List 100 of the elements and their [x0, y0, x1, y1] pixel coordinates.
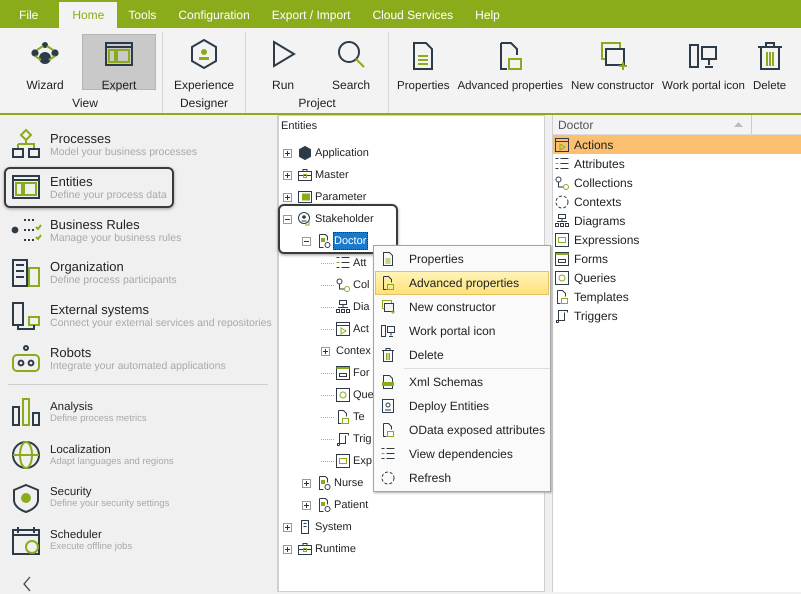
sidebar-item[interactable]: Organization Define process participants — [4, 251, 180, 294]
column-header[interactable]: Doctor — [553, 115, 752, 134]
tree-item[interactable]: Te — [352, 408, 367, 426]
tree-item[interactable]: Nurse — [333, 474, 366, 492]
sidebar-item[interactable]: Entities Define your process data — [4, 166, 174, 208]
menu-item[interactable]: View dependencies — [375, 442, 549, 466]
item-title: Business Rules — [50, 216, 141, 232]
tree-item[interactable]: Doctor — [333, 232, 368, 250]
tree-item[interactable]: Exp — [352, 452, 374, 470]
tree-item[interactable]: Trig — [352, 430, 374, 448]
window-plus-icon — [380, 299, 396, 315]
ribbon-button[interactable]: Run — [252, 34, 314, 90]
group-label: Project — [298, 96, 336, 112]
user-icon — [297, 211, 313, 227]
ribbon-button[interactable]: Properties — [393, 34, 454, 90]
list-item[interactable]: Collections — [553, 173, 801, 192]
tree-item[interactable]: Stakeholder — [314, 210, 376, 228]
document-icon — [380, 251, 396, 267]
sidebar-item[interactable]: External systems Connect your external services and repositories — [4, 294, 275, 338]
briefcase-icon — [297, 167, 313, 183]
form-icon — [554, 250, 570, 266]
menu-item[interactable]: Properties — [375, 247, 549, 271]
tree-item[interactable]: Application — [314, 144, 371, 162]
link-icon — [554, 174, 570, 190]
item-subtitle: Define process metrics — [50, 412, 147, 424]
tree-item[interactable]: Dia — [352, 298, 372, 316]
ribbon-button[interactable]: Wizard — [14, 34, 76, 90]
sidebar-item[interactable]: Scheduler Execute offline jobs — [4, 519, 174, 562]
list-item[interactable]: Actions — [553, 135, 801, 154]
sidebar-item[interactable]: Robots Integrate your automated applications — [4, 337, 229, 380]
tree-item[interactable]: Contex — [335, 342, 373, 360]
ribbon-button[interactable]: Delete — [748, 34, 790, 90]
item-title: Analysis — [50, 400, 94, 413]
globe-icon — [10, 439, 42, 471]
item-subtitle: Define process participants — [50, 274, 177, 286]
item-title: Localization — [50, 444, 112, 456]
tree-item[interactable]: For — [352, 364, 372, 382]
menu-item[interactable]: Work portal icon — [375, 319, 549, 343]
refresh-icon — [380, 470, 396, 486]
tree-item[interactable]: Col — [352, 276, 372, 294]
menu-item[interactable]: Deploy Entities — [375, 394, 549, 418]
item-subtitle: Manage your business rules — [50, 232, 182, 244]
item-subtitle: Define your process data — [50, 188, 167, 201]
menu-item[interactable]: OData exposed attributes — [375, 418, 549, 442]
list-item[interactable]: Templates — [553, 287, 801, 306]
tree-item[interactable]: Master — [314, 166, 351, 184]
document-icon — [380, 374, 396, 390]
ribbon-button[interactable]: Experience — [169, 34, 240, 90]
menu-item[interactable]: Advanced properties — [375, 271, 549, 295]
list-icon — [554, 156, 570, 172]
sort-icon — [734, 122, 743, 127]
item-title: Processes — [50, 130, 112, 146]
tree-item[interactable]: Parameter — [314, 188, 368, 206]
document-user-icon — [380, 398, 396, 414]
list-item[interactable]: Attributes — [553, 154, 801, 173]
menu-item[interactable]: Delete — [375, 343, 549, 367]
tree-item[interactable]: Att — [352, 254, 368, 272]
tree-item[interactable]: System — [314, 518, 354, 536]
sidebar-item[interactable]: Analysis Define process metrics — [4, 390, 174, 434]
tree-item[interactable]: Patient — [333, 496, 370, 514]
list-item[interactable]: Forms — [553, 249, 801, 268]
item-subtitle: Adapt languages and regions — [50, 456, 174, 466]
tree-item[interactable]: Act — [352, 320, 371, 338]
document-icon — [380, 422, 396, 438]
list-item[interactable]: Queries — [553, 268, 801, 287]
list-icon — [335, 255, 351, 271]
ribbon-button[interactable]: Expert — [82, 34, 156, 90]
sidebar-item[interactable]: Business Rules Manage your business rules — [4, 208, 184, 252]
sidebar-item[interactable]: Localization Adapt languages and regions — [4, 434, 177, 476]
link-icon — [335, 277, 351, 293]
list-item[interactable]: Diagrams — [553, 211, 801, 230]
sidebar-item[interactable]: Security Define your security settings — [4, 476, 174, 520]
window-play-icon — [335, 321, 351, 337]
list-item[interactable]: Triggers — [553, 306, 801, 325]
tree-item[interactable]: Runtime — [314, 540, 358, 558]
ribbon-button[interactable]: Work portal icon — [658, 34, 749, 90]
item-title: Organization — [50, 259, 124, 274]
list-item[interactable]: Contexts — [553, 192, 801, 211]
item-title: Entities — [50, 174, 94, 189]
document-icon — [554, 288, 570, 304]
dashed-circle-icon — [554, 194, 570, 210]
item-subtitle: Connect your external services and repositories — [50, 317, 272, 330]
sidebar-item[interactable]: Processes Model your business processes — [4, 123, 200, 166]
robot-icon — [10, 342, 42, 374]
flowchart-icon — [10, 128, 42, 160]
menu-item[interactable]: Xml Schemas — [375, 370, 549, 394]
group-label: View — [72, 96, 98, 112]
collapse-icon[interactable] — [22, 576, 32, 592]
item-title: External systems — [50, 302, 150, 318]
ribbon-button[interactable]: New constructor — [566, 34, 658, 90]
document-icon — [380, 275, 396, 291]
tree-item[interactable]: Que — [352, 386, 376, 404]
item-title: Security — [50, 486, 93, 498]
form-icon — [335, 365, 351, 381]
list-item[interactable]: Expressions — [553, 230, 801, 249]
ribbon-button[interactable]: Advanced properties — [453, 34, 567, 90]
ribbon-button[interactable]: Search — [320, 34, 382, 90]
menu-item[interactable]: New constructor — [375, 295, 549, 319]
document-icon — [335, 409, 351, 425]
menu-item[interactable]: Refresh — [375, 466, 549, 490]
